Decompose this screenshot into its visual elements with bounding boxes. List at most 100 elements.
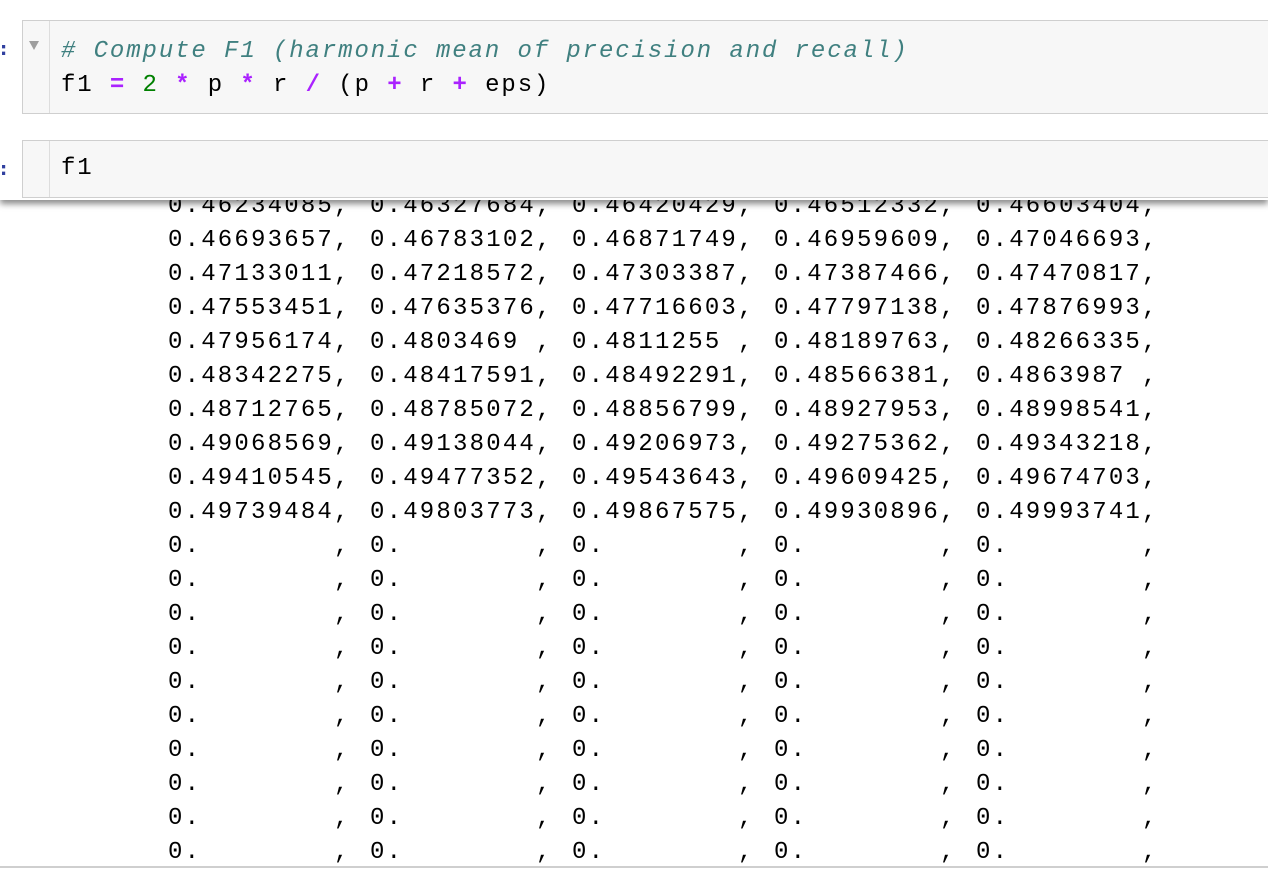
output-value: 0. , xyxy=(774,805,957,832)
notebook-cells-header: : # Compute F1 (harmonic mean of precisi… xyxy=(0,0,1268,200)
output-value: 0. , xyxy=(774,635,957,662)
output-value: 0.47716603, xyxy=(572,295,755,322)
output-row: 0.49410545, 0.49477352, 0.49543643, 0.49609… xyxy=(168,462,1168,496)
output-row: 0. , 0. , 0. , 0. , 0. , xyxy=(168,598,1168,632)
output-value: 0. , xyxy=(168,635,351,662)
output-value: 0.48927953, xyxy=(774,397,957,424)
code-token-name: p xyxy=(207,72,225,99)
output-value: 0. , xyxy=(572,839,755,866)
output-value: 0.48566381, xyxy=(774,363,957,390)
output-value: 0. , xyxy=(370,737,553,764)
cell-2-code[interactable]: f1 xyxy=(61,152,94,186)
output-value: 0.49410545, xyxy=(168,465,351,492)
output-value: 0. , xyxy=(572,533,755,560)
page-bottom-gap xyxy=(0,868,1268,888)
output-value: 0. , xyxy=(976,601,1159,628)
output-value: 0.49803773, xyxy=(370,499,553,526)
output-value: 0.48712765, xyxy=(168,397,351,424)
output-row: 0.48342275, 0.48417591, 0.48492291, 0.48566… xyxy=(168,360,1168,394)
output-value: 0. , xyxy=(168,601,351,628)
output-value: 0.47635376, xyxy=(370,295,553,322)
output-value: 0. , xyxy=(168,567,351,594)
code-token-num: 2 xyxy=(142,72,159,99)
output-value: 0.46783102, xyxy=(370,227,553,254)
code-expression-line: f1 = 2 * p * r / (p + r + eps) xyxy=(61,72,550,99)
output-value: 0. , xyxy=(774,703,957,730)
output-value: 0.46693657, xyxy=(168,227,351,254)
output-value: 0. , xyxy=(370,533,553,560)
output-value: 0. , xyxy=(370,601,553,628)
output-value: 0.49930896, xyxy=(774,499,957,526)
output-value: 0.46871749, xyxy=(572,227,755,254)
output-value: 0.49477352, xyxy=(370,465,553,492)
output-value: 0.4811255 , xyxy=(572,329,755,356)
output-value: 0.48342275, xyxy=(168,363,351,390)
code-token-paren: (p xyxy=(338,72,371,99)
code-cell-f1[interactable]: f1 xyxy=(22,140,1268,198)
output-value: 0. , xyxy=(572,567,755,594)
output-row: 0. , 0. , 0. , 0. , 0. , xyxy=(168,530,1168,564)
output-row: 0. , 0. , 0. , 0. , 0. , xyxy=(168,700,1168,734)
output-value: 0. , xyxy=(370,771,553,798)
output-value: 0. , xyxy=(572,805,755,832)
output-value: 0.49068569, xyxy=(168,431,351,458)
output-value: 0. , xyxy=(976,533,1159,560)
cell-1-gutter xyxy=(23,21,50,113)
output-value: 0. , xyxy=(572,669,755,696)
code-token-name: r xyxy=(273,72,290,99)
cell-output-area[interactable]: 0.46234085, 0.46327684, 0.46420429, 0.46512… xyxy=(0,190,1268,868)
output-value: 0. , xyxy=(976,669,1159,696)
code-token-name: r xyxy=(419,72,437,99)
output-value: 0.49739484, xyxy=(168,499,351,526)
code-token-name: eps) xyxy=(485,72,551,99)
output-value: 0. , xyxy=(370,635,553,662)
code-token-op: = xyxy=(109,72,127,99)
output-value: 0. , xyxy=(370,805,553,832)
output-row: 0. , 0. , 0. , 0. , 0. , xyxy=(168,836,1168,868)
output-value: 0. , xyxy=(774,669,957,696)
output-value: 0.48998541, xyxy=(976,397,1159,424)
code-token-name: f1 xyxy=(61,72,94,99)
output-value: 0.49674703, xyxy=(976,465,1159,492)
output-value: 0.4863987 , xyxy=(976,363,1159,390)
output-value: 0.47046693, xyxy=(976,227,1159,254)
output-value: 0.49609425, xyxy=(774,465,957,492)
output-value: 0. , xyxy=(572,771,755,798)
output-row: 0. , 0. , 0. , 0. , 0. , xyxy=(168,666,1168,700)
code-cell-compute-f1[interactable]: # Compute F1 (harmonic mean of precision… xyxy=(22,20,1268,114)
code-token-op: * xyxy=(240,72,257,99)
output-value: 0. , xyxy=(370,567,553,594)
output-value: 0. , xyxy=(168,737,351,764)
output-array-rows: 0.46234085, 0.46327684, 0.46420429, 0.46512… xyxy=(168,190,1168,868)
output-value: 0.46959609, xyxy=(774,227,957,254)
output-value: 0. , xyxy=(774,601,957,628)
output-value: 0.47387466, xyxy=(774,261,957,288)
output-value: 0. , xyxy=(370,669,553,696)
cell-1-code[interactable]: # Compute F1 (harmonic mean of precision… xyxy=(61,35,909,103)
output-row: 0.47553451, 0.47635376, 0.47716603, 0.47797… xyxy=(168,292,1168,326)
output-value: 0.48266335, xyxy=(976,329,1159,356)
output-value: 0. , xyxy=(572,601,755,628)
code-token-op: + xyxy=(387,72,404,99)
output-value: 0. , xyxy=(976,839,1159,866)
output-value: 0. , xyxy=(168,703,351,730)
output-value: 0. , xyxy=(774,839,957,866)
output-value: 0. , xyxy=(976,805,1159,832)
output-value: 0.47876993, xyxy=(976,295,1159,322)
code-f1-variable: f1 xyxy=(61,155,94,182)
output-value: 0. , xyxy=(572,635,755,662)
cell-2-gutter xyxy=(23,141,50,197)
cell-1-prompt: : xyxy=(0,39,8,60)
output-value: 0.49543643, xyxy=(572,465,755,492)
output-value: 0.49206973, xyxy=(572,431,755,458)
output-value: 0. , xyxy=(168,669,351,696)
cell-2-prompt: : xyxy=(0,159,8,180)
output-value: 0. , xyxy=(774,567,957,594)
output-value: 0.48492291, xyxy=(572,363,755,390)
output-value: 0. , xyxy=(168,805,351,832)
output-value: 0.47797138, xyxy=(774,295,957,322)
output-value: 0. , xyxy=(774,533,957,560)
code-comment-line: # Compute F1 (harmonic mean of precision… xyxy=(61,38,909,65)
fold-arrow-icon[interactable] xyxy=(29,41,39,50)
output-value: 0. , xyxy=(976,771,1159,798)
